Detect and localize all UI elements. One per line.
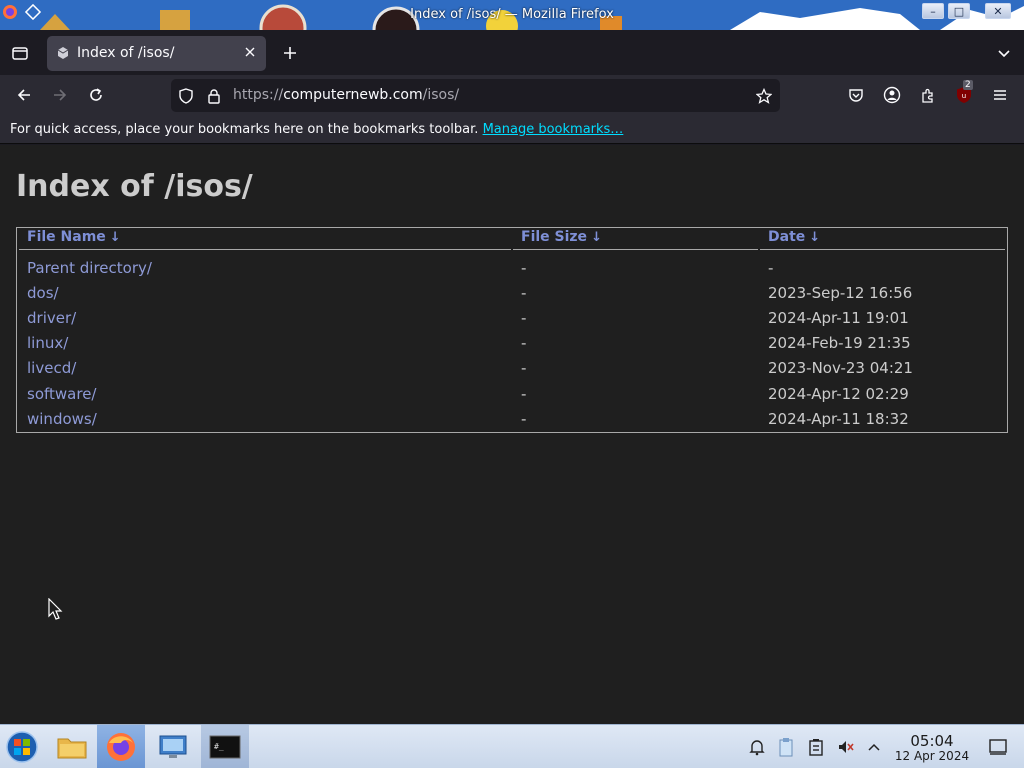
file-date: - bbox=[768, 259, 774, 277]
url-path: /isos/ bbox=[422, 87, 460, 103]
taskbar-network-app[interactable] bbox=[149, 725, 197, 768]
table-row: livecd/ - 2023-Nov-23 04:21 bbox=[17, 359, 1007, 384]
file-name-link[interactable]: livecd/ bbox=[27, 359, 76, 377]
app-menu-icon[interactable] bbox=[990, 85, 1010, 105]
file-date: 2024-Apr-11 19:01 bbox=[768, 309, 909, 327]
taskbar-terminal[interactable]: #_ bbox=[201, 725, 249, 768]
bookmarks-message: For quick access, place your bookmarks h… bbox=[10, 122, 623, 137]
table-row: dos/ - 2023-Sep-12 16:56 bbox=[17, 284, 1007, 309]
url-text[interactable]: https://computernewb.com/isos/ bbox=[233, 87, 459, 103]
extensions-icon[interactable] bbox=[918, 85, 938, 105]
column-header-size-label: File Size bbox=[521, 229, 588, 245]
forward-icon[interactable] bbox=[50, 85, 70, 105]
column-header-name-label: File Name bbox=[27, 229, 106, 245]
folder-icon bbox=[57, 738, 87, 759]
computer-icon bbox=[159, 735, 187, 758]
directory-icon bbox=[57, 47, 69, 59]
table-row: linux/ - 2024-Feb-19 21:35 bbox=[17, 334, 1007, 359]
bookmark-star-icon[interactable] bbox=[755, 87, 773, 105]
extension-badge: 2 bbox=[963, 80, 973, 90]
close-button[interactable]: ✕ bbox=[985, 3, 1011, 19]
file-name-link[interactable]: dos/ bbox=[27, 284, 59, 302]
tab-active[interactable]: Index of /isos/ bbox=[47, 36, 266, 71]
sort-arrow-icon: ↓ bbox=[109, 230, 121, 245]
url-scheme: https:// bbox=[233, 87, 284, 103]
file-date: 2024-Feb-19 21:35 bbox=[768, 334, 911, 352]
page-title: Index of /isos/ bbox=[16, 169, 253, 204]
file-name-link[interactable]: windows/ bbox=[27, 410, 97, 428]
taskbar-file-manager[interactable] bbox=[48, 725, 96, 768]
clock-time[interactable]: 05:04 bbox=[900, 732, 964, 750]
show-desktop-icon[interactable] bbox=[988, 737, 1008, 757]
taskbar: #_ 05:04 12 Apr 2024 bbox=[0, 724, 1024, 768]
file-name-link[interactable]: Parent directory/ bbox=[27, 259, 152, 277]
file-size: - bbox=[521, 385, 527, 403]
column-header-date[interactable]: Date ↓ bbox=[760, 228, 1005, 250]
start-orb-icon bbox=[6, 731, 38, 763]
terminal-icon: #_ bbox=[209, 735, 241, 759]
firefox-view-icon[interactable] bbox=[10, 43, 30, 63]
bookmarks-hint: For quick access, place your bookmarks h… bbox=[10, 122, 479, 137]
start-menu-button[interactable] bbox=[0, 725, 44, 768]
file-date: 2023-Nov-23 04:21 bbox=[768, 359, 913, 377]
lock-icon[interactable] bbox=[205, 87, 223, 105]
pocket-icon[interactable] bbox=[846, 85, 866, 105]
page-content: Index of /isos/ File Name ↓ File Size ↓ Da… bbox=[0, 145, 1024, 724]
url-host: computernewb.com bbox=[283, 87, 423, 103]
file-name-link[interactable]: linux/ bbox=[27, 334, 68, 352]
file-size: - bbox=[521, 359, 527, 377]
file-size: - bbox=[521, 309, 527, 327]
taskbar-firefox[interactable] bbox=[97, 725, 145, 768]
firefox-icon bbox=[107, 733, 135, 761]
clock-date[interactable]: 12 Apr 2024 bbox=[892, 749, 972, 763]
sort-arrow-icon: ↓ bbox=[591, 230, 602, 245]
account-icon[interactable] bbox=[882, 85, 902, 105]
file-name-link[interactable]: software/ bbox=[27, 385, 96, 403]
address-bar[interactable]: https://computernewb.com/isos/ bbox=[171, 79, 780, 112]
sort-arrow-icon: ↓ bbox=[809, 230, 821, 245]
table-row: driver/ - 2024-Apr-11 19:01 bbox=[17, 309, 1007, 334]
reload-icon[interactable] bbox=[86, 85, 106, 105]
tray-expand-icon[interactable] bbox=[864, 737, 884, 757]
directory-listing-table: File Name ↓ File Size ↓ Date ↓ Parent direc… bbox=[16, 227, 1008, 433]
bookmarks-toolbar: For quick access, place your bookmarks h… bbox=[0, 116, 1024, 144]
file-size: - bbox=[521, 259, 527, 277]
new-tab-icon[interactable] bbox=[280, 43, 300, 63]
table-row: Parent directory/ - - bbox=[17, 259, 1007, 284]
column-header-size[interactable]: File Size ↓ bbox=[513, 228, 758, 250]
back-icon[interactable] bbox=[14, 85, 34, 105]
table-row: windows/ - 2024-Apr-11 18:32 bbox=[17, 410, 1007, 435]
manage-bookmarks-link[interactable]: Manage bookmarks… bbox=[483, 122, 624, 137]
file-date: 2024-Apr-11 18:32 bbox=[768, 410, 909, 428]
ublock-origin-icon[interactable]: u 2 bbox=[954, 80, 974, 105]
window-title: Index of /isos/ — Mozilla Firefox bbox=[410, 7, 614, 22]
svg-text:#_: #_ bbox=[214, 742, 224, 751]
file-date: 2023-Sep-12 16:56 bbox=[768, 284, 913, 302]
file-size: - bbox=[521, 410, 527, 428]
file-size: - bbox=[521, 334, 527, 352]
column-header-date-label: Date bbox=[768, 229, 806, 245]
column-header-name[interactable]: File Name ↓ bbox=[19, 228, 511, 250]
volume-muted-icon[interactable] bbox=[836, 737, 856, 757]
minimize-button[interactable]: – bbox=[922, 3, 944, 19]
svg-text:u: u bbox=[962, 92, 966, 100]
file-name-link[interactable]: driver/ bbox=[27, 309, 76, 327]
maximize-button[interactable]: □ bbox=[948, 3, 970, 19]
tab-strip: Index of /isos/ bbox=[0, 30, 1024, 75]
file-date: 2024-Apr-12 02:29 bbox=[768, 385, 909, 403]
window-titlebar: Index of /isos/ — Mozilla Firefox – □ ✕ bbox=[0, 0, 1024, 30]
clipboard-tray-icon[interactable] bbox=[776, 737, 796, 757]
tab-title: Index of /isos/ bbox=[77, 45, 175, 61]
battery-icon[interactable] bbox=[806, 737, 826, 757]
navigation-toolbar: https://computernewb.com/isos/ u 2 bbox=[0, 75, 1024, 116]
list-all-tabs-icon[interactable] bbox=[994, 43, 1014, 63]
notifications-icon[interactable] bbox=[747, 737, 767, 757]
mouse-cursor-icon bbox=[48, 598, 63, 620]
file-size: - bbox=[521, 284, 527, 302]
table-row: software/ - 2024-Apr-12 02:29 bbox=[17, 385, 1007, 410]
tracking-protection-icon[interactable] bbox=[177, 87, 195, 105]
tab-close-icon[interactable] bbox=[242, 44, 258, 60]
